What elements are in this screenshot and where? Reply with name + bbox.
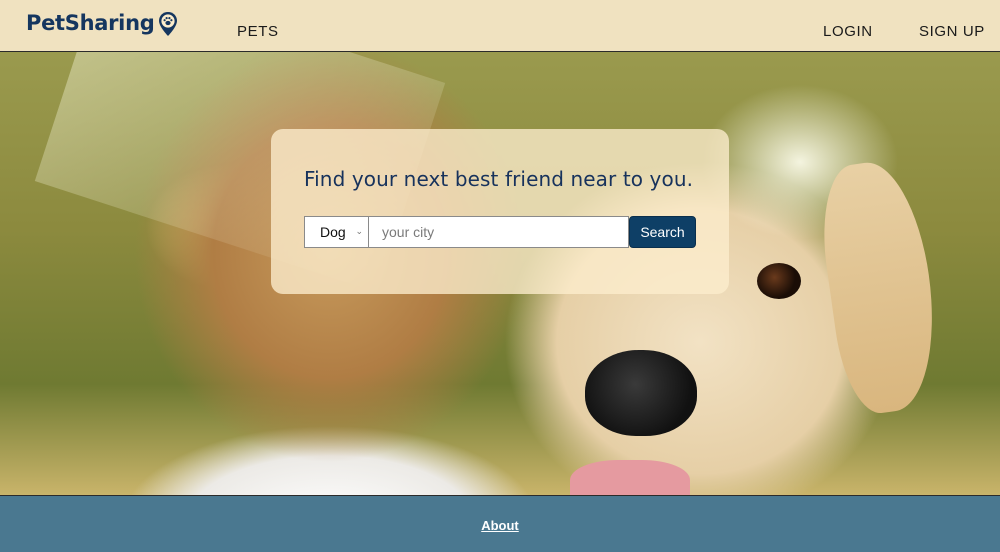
chevron-down-icon: ⌄ [355, 226, 363, 236]
nav-pets-link[interactable]: PETS [237, 23, 279, 40]
puppy-nose [585, 350, 697, 436]
paw-pin-icon [159, 12, 178, 36]
footer: About [0, 495, 1000, 552]
puppy-ear [813, 156, 947, 418]
nav-signup-link[interactable]: SIGN UP [919, 23, 985, 40]
nav-login-link[interactable]: LOGIN [823, 23, 873, 40]
city-search-input[interactable] [368, 216, 629, 248]
logo-link[interactable]: PetSharing [26, 10, 178, 36]
search-button[interactable]: Search [629, 216, 696, 248]
pet-type-selected-value: Dog [320, 224, 346, 240]
puppy-tongue [570, 460, 690, 495]
pet-type-select[interactable]: Dog ⌄ [304, 216, 368, 248]
top-navbar: PetSharing PETS LOGIN SIGN UP [0, 0, 1000, 52]
search-card: Find your next best friend near to you. … [271, 129, 729, 294]
logo-text: PetSharing [26, 11, 155, 35]
footer-about-link[interactable]: About [0, 518, 1000, 533]
puppy-eye [757, 263, 801, 299]
search-card-title: Find your next best friend near to you. [304, 167, 694, 191]
